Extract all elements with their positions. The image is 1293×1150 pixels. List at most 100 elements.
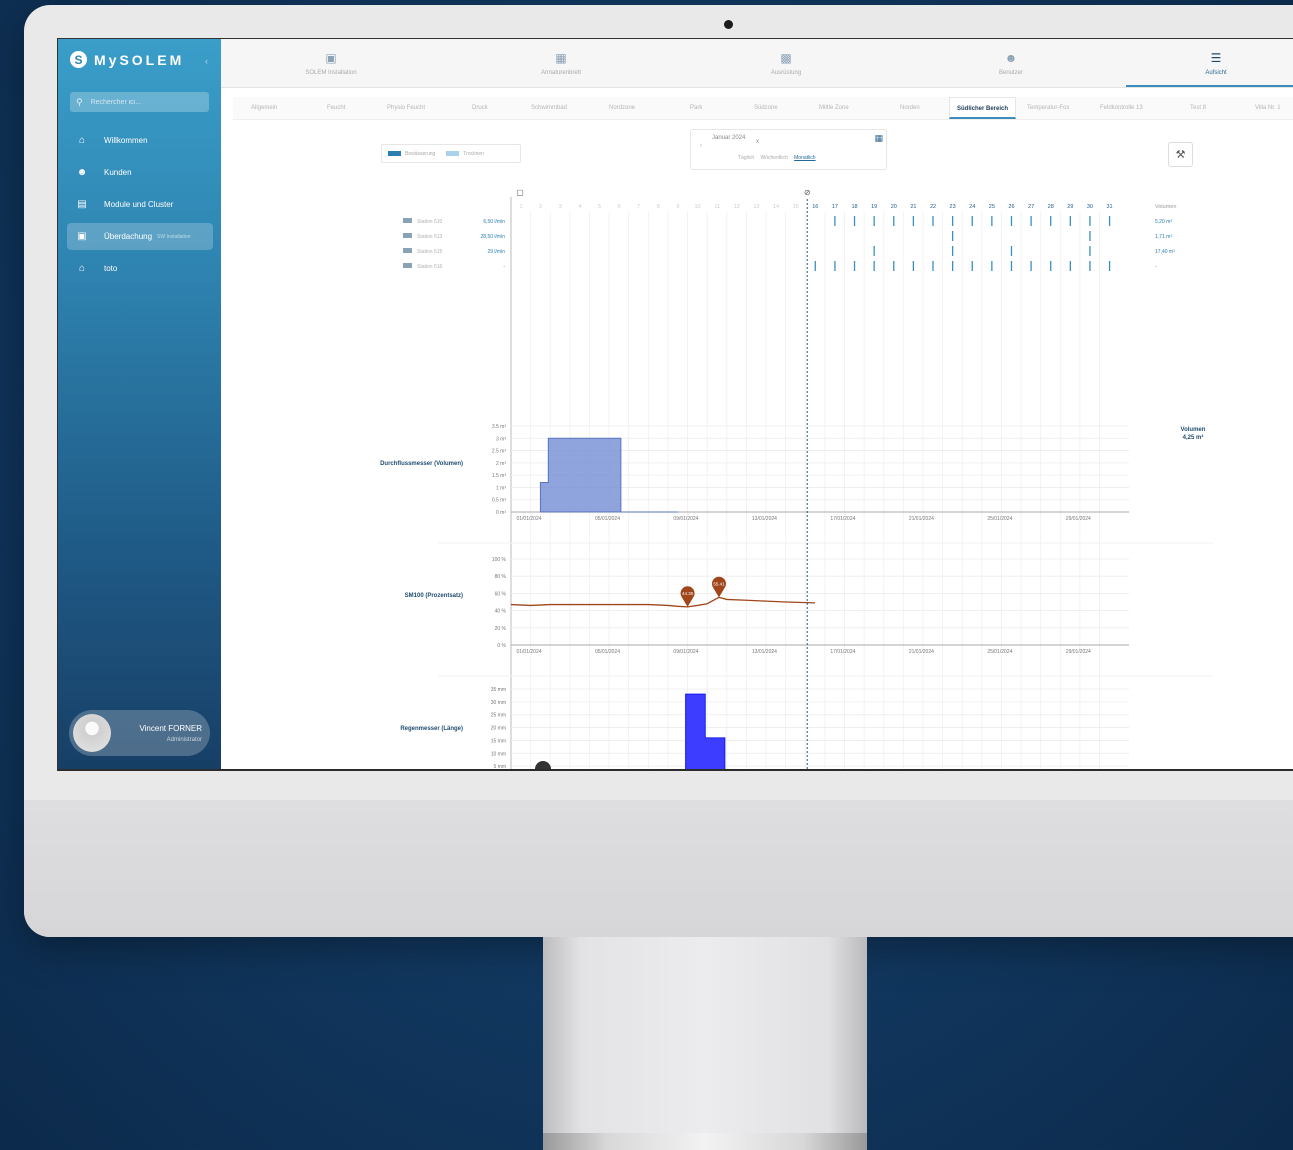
tab-aufsicht[interactable]: ☰ Aufsicht bbox=[1141, 39, 1291, 87]
camera bbox=[724, 20, 733, 29]
sidebar-search[interactable]: ⚲ bbox=[70, 92, 209, 112]
station-icon bbox=[403, 248, 412, 253]
value-marker-label: 44.30 bbox=[682, 591, 694, 596]
sidebar-item-ueberdachung[interactable]: ▣ Überdachung SW Installation bbox=[67, 223, 213, 250]
subtab[interactable]: Nordzone bbox=[609, 97, 635, 119]
subtab[interactable]: Feldkontrolle 13 bbox=[1100, 97, 1143, 119]
chart-title: Durchflussmesser (Volumen) bbox=[380, 461, 463, 467]
station-icon bbox=[403, 233, 412, 238]
value-marker-label: 55.41 bbox=[713, 581, 725, 586]
sidebar: S MySOLEM ‹ ⚲ ⌂ Willkommen ☻ Kunden ▤ Mo… bbox=[58, 39, 221, 769]
subtab[interactable]: Schwimmbad bbox=[531, 97, 567, 119]
y-tick-label: 5 mm bbox=[494, 764, 507, 769]
station-total: 1,71 m³ bbox=[1155, 234, 1172, 240]
subtab[interactable]: Druck bbox=[472, 97, 488, 119]
day-header-label: 7 bbox=[637, 204, 640, 210]
sidebar-item-label: toto bbox=[104, 264, 118, 273]
user-card[interactable]: Vincent FORNER Administrator bbox=[69, 710, 210, 756]
day-header-label: 26 bbox=[1008, 204, 1014, 210]
subtab[interactable]: Temperatur-Fox bbox=[1027, 97, 1069, 119]
day-header-label: 14 bbox=[773, 204, 779, 210]
chart-title: SM100 (Prozentsatz) bbox=[405, 593, 463, 599]
tab-benutzer[interactable]: ☻ Benutzer bbox=[936, 39, 1086, 87]
avatar bbox=[73, 714, 111, 752]
crop-icon: ▣ bbox=[77, 231, 87, 242]
day-header-label: 31 bbox=[1107, 204, 1113, 210]
dashboard-icon: ▦ bbox=[555, 50, 567, 65]
y-tick-label: 30 mm bbox=[491, 700, 506, 706]
sidebar-item-module[interactable]: ▤ Module und Cluster bbox=[67, 191, 213, 218]
sidebar-item-label: Module und Cluster bbox=[104, 200, 174, 209]
day-header-label: 8 bbox=[657, 204, 660, 210]
tab-label: Aufsicht bbox=[1205, 69, 1227, 76]
start-marker-icon: ▢ bbox=[516, 188, 524, 197]
chart-title: Regenmesser (Länge) bbox=[400, 726, 463, 732]
sidebar-item-willkommen[interactable]: ⌂ Willkommen bbox=[67, 127, 213, 154]
equipment-icon: ▩ bbox=[780, 50, 792, 65]
total-header: Volumen bbox=[1155, 204, 1176, 210]
subtab[interactable]: Test 8 bbox=[1190, 97, 1206, 119]
station-icon bbox=[403, 218, 412, 223]
subtab[interactable]: Mittle Zone bbox=[819, 97, 849, 119]
day-header-label: 9 bbox=[676, 204, 679, 210]
screen: S MySOLEM ‹ ⚲ ⌂ Willkommen ☻ Kunden ▤ Mo… bbox=[57, 38, 1293, 771]
sidebar-item-toto[interactable]: ⌂ toto bbox=[67, 255, 213, 282]
sidebar-item-kunden[interactable]: ☻ Kunden bbox=[67, 159, 213, 186]
station-name: Station 516 bbox=[417, 264, 443, 270]
x-tick-label: 13/01/2024 bbox=[752, 649, 777, 655]
x-tick-label: 17/01/2024 bbox=[830, 516, 855, 522]
day-header-label: 30 bbox=[1087, 204, 1093, 210]
y-tick-label: 40 % bbox=[495, 609, 507, 615]
station-total: - bbox=[1155, 264, 1157, 270]
value-marker bbox=[680, 586, 695, 607]
y-tick-label: 3 m³ bbox=[496, 436, 506, 442]
day-header-label: 28 bbox=[1048, 204, 1054, 210]
active-tab-indicator bbox=[1126, 85, 1293, 87]
tab-solem-installation[interactable]: ▣ SOLEM Installation bbox=[256, 39, 406, 87]
subtab[interactable]: Südzone bbox=[754, 97, 778, 119]
station-flow: 29 l/min bbox=[487, 249, 505, 255]
collapse-sidebar-icon[interactable]: ‹ bbox=[205, 56, 208, 66]
day-header-label: 21 bbox=[910, 204, 916, 210]
y-tick-label: 0.5 m³ bbox=[492, 498, 507, 504]
logo-text: MySOLEM bbox=[94, 51, 185, 68]
x-tick-label: 21/01/2024 bbox=[909, 649, 934, 655]
top-navigation: ▣ SOLEM Installation ▦ Armaturenbrett ▩ … bbox=[221, 39, 1293, 88]
subtab[interactable]: Villa Nr. 1 bbox=[1255, 97, 1281, 119]
day-header-label: 23 bbox=[950, 204, 956, 210]
day-header-label: 29 bbox=[1067, 204, 1073, 210]
logo-icon: S bbox=[70, 51, 87, 68]
subtab-active[interactable]: Südlicher Bereich bbox=[949, 97, 1017, 119]
x-tick-label: 17/01/2024 bbox=[830, 649, 855, 655]
y-tick-label: 60 % bbox=[495, 591, 507, 597]
station-name: Station 513 bbox=[417, 234, 443, 240]
subtab[interactable]: Norden bbox=[900, 97, 920, 119]
station-flow: 28,50 l/min bbox=[481, 234, 506, 240]
day-header-label: 19 bbox=[871, 204, 877, 210]
x-tick-label: 25/01/2024 bbox=[987, 649, 1012, 655]
tab-ausruestung[interactable]: ▩ Ausrüstung bbox=[711, 39, 861, 87]
search-input[interactable] bbox=[88, 97, 203, 107]
subtab[interactable]: Feucht bbox=[327, 97, 345, 119]
house-icon: ⌂ bbox=[78, 263, 86, 274]
station-flow: 6,50 l/min bbox=[483, 219, 505, 225]
area-series bbox=[685, 693, 726, 769]
cursor-marker-icon: ⊘ bbox=[804, 188, 811, 197]
day-header-label: 3 bbox=[559, 204, 562, 210]
y-tick-label: 25 mm bbox=[491, 713, 506, 719]
chart-summary-value: 4,25 m³ bbox=[1183, 434, 1204, 441]
subtab[interactable]: Park bbox=[690, 97, 702, 119]
x-tick-label: 05/01/2024 bbox=[595, 649, 620, 655]
day-header-label: 18 bbox=[851, 204, 857, 210]
y-tick-label: 20 mm bbox=[491, 726, 506, 732]
x-tick-label: 13/01/2024 bbox=[752, 516, 777, 522]
day-header-label: 16 bbox=[812, 204, 818, 210]
subtab[interactable]: Physio Feucht bbox=[387, 97, 425, 119]
y-tick-label: 1.5 m³ bbox=[492, 473, 507, 479]
subtab[interactable]: Allgemein bbox=[251, 97, 277, 119]
tab-armaturenbrett[interactable]: ▦ Armaturenbrett bbox=[486, 39, 636, 87]
station-total: 17,40 m³ bbox=[1155, 249, 1175, 255]
logo: S MySOLEM bbox=[70, 51, 184, 68]
home-icon: ⌂ bbox=[78, 135, 86, 146]
y-tick-label: 3.5 m³ bbox=[492, 424, 507, 430]
